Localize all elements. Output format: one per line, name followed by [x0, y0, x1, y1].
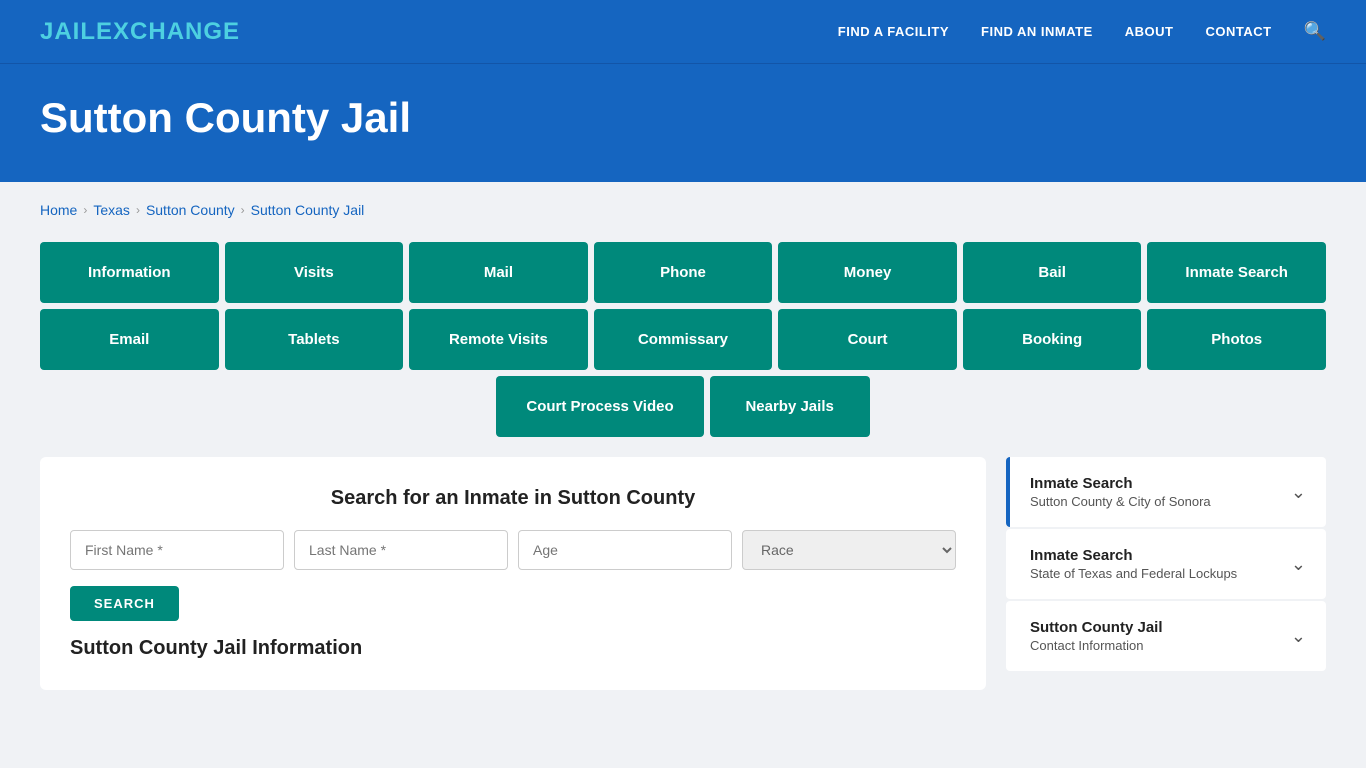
chevron-down-icon-2: ⌄ — [1291, 554, 1306, 575]
sidebar: Inmate Search Sutton County & City of So… — [1006, 457, 1326, 673]
main-nav: FIND A FACILITY FIND AN INMATE ABOUT CON… — [838, 21, 1326, 42]
content-area: Home › Texas › Sutton County › Sutton Co… — [0, 182, 1366, 710]
site-header: JAILEXCHANGE FIND A FACILITY FIND AN INM… — [0, 0, 1366, 64]
btn-phone[interactable]: Phone — [594, 242, 773, 303]
nav-grid-row2: Email Tablets Remote Visits Commissary C… — [40, 309, 1326, 370]
breadcrumb: Home › Texas › Sutton County › Sutton Co… — [40, 202, 1326, 218]
btn-court[interactable]: Court — [778, 309, 957, 370]
btn-bail[interactable]: Bail — [963, 242, 1142, 303]
breadcrumb-sep-2: › — [136, 203, 140, 217]
btn-inmate-search[interactable]: Inmate Search — [1147, 242, 1326, 303]
nav-find-inmate[interactable]: FIND AN INMATE — [981, 24, 1093, 39]
btn-nearby-jails[interactable]: Nearby Jails — [710, 376, 870, 437]
breadcrumb-sep-1: › — [83, 203, 87, 217]
sidebar-item-sutton-county[interactable]: Inmate Search Sutton County & City of So… — [1006, 457, 1326, 527]
btn-visits[interactable]: Visits — [225, 242, 404, 303]
btn-court-process-video[interactable]: Court Process Video — [496, 376, 703, 437]
race-select[interactable]: Race White Black Hispanic Asian Other — [742, 530, 956, 570]
sidebar-card-text-3: Sutton County Jail Contact Information — [1030, 619, 1163, 653]
sidebar-card-title-2: Inmate Search — [1030, 547, 1237, 564]
btn-remote-visits[interactable]: Remote Visits — [409, 309, 588, 370]
nav-about[interactable]: ABOUT — [1125, 24, 1174, 39]
breadcrumb-jail[interactable]: Sutton County Jail — [251, 202, 365, 218]
breadcrumb-texas[interactable]: Texas — [93, 202, 130, 218]
btn-commissary[interactable]: Commissary — [594, 309, 773, 370]
sidebar-item-contact-info[interactable]: Sutton County Jail Contact Information ⌄ — [1006, 601, 1326, 671]
sidebar-card-title-3: Sutton County Jail — [1030, 619, 1163, 636]
search-title: Search for an Inmate in Sutton County — [70, 487, 956, 510]
info-section-title: Sutton County Jail Information — [70, 637, 956, 660]
sidebar-item-state-texas[interactable]: Inmate Search State of Texas and Federal… — [1006, 529, 1326, 599]
sidebar-card-text-2: Inmate Search State of Texas and Federal… — [1030, 547, 1237, 581]
btn-money[interactable]: Money — [778, 242, 957, 303]
first-name-input[interactable] — [70, 530, 284, 570]
main-layout: Search for an Inmate in Sutton County Ra… — [40, 457, 1326, 690]
chevron-down-icon-1: ⌄ — [1291, 482, 1306, 503]
inmate-search-section: Search for an Inmate in Sutton County Ra… — [40, 457, 986, 690]
btn-booking[interactable]: Booking — [963, 309, 1142, 370]
nav-contact[interactable]: CONTACT — [1205, 24, 1271, 39]
sidebar-card-subtitle-1: Sutton County & City of Sonora — [1030, 494, 1211, 509]
btn-information[interactable]: Information — [40, 242, 219, 303]
last-name-input[interactable] — [294, 530, 508, 570]
btn-mail[interactable]: Mail — [409, 242, 588, 303]
btn-email[interactable]: Email — [40, 309, 219, 370]
nav-grid-row3: Court Process Video Nearby Jails — [40, 376, 1326, 437]
nav-find-facility[interactable]: FIND A FACILITY — [838, 24, 949, 39]
age-input[interactable] — [518, 530, 732, 570]
page-title: Sutton County Jail — [40, 94, 1326, 142]
breadcrumb-sutton-county[interactable]: Sutton County — [146, 202, 235, 218]
nav-grid-row1: Information Visits Mail Phone Money Bail… — [40, 242, 1326, 303]
bottom-section: Sutton County Jail Information — [70, 637, 956, 660]
sidebar-card-text-1: Inmate Search Sutton County & City of So… — [1030, 475, 1211, 509]
search-icon[interactable]: 🔍 — [1304, 21, 1326, 42]
btn-tablets[interactable]: Tablets — [225, 309, 404, 370]
search-button[interactable]: SEARCH — [70, 586, 179, 621]
sidebar-card-title-1: Inmate Search — [1030, 475, 1211, 492]
sidebar-card-subtitle-2: State of Texas and Federal Lockups — [1030, 566, 1237, 581]
chevron-down-icon-3: ⌄ — [1291, 626, 1306, 647]
logo-jail: JAIL — [40, 18, 96, 45]
breadcrumb-sep-3: › — [241, 203, 245, 217]
logo-exchange: EXCHANGE — [96, 18, 240, 45]
sidebar-card-subtitle-3: Contact Information — [1030, 638, 1163, 653]
hero-section: Sutton County Jail — [0, 64, 1366, 182]
btn-photos[interactable]: Photos — [1147, 309, 1326, 370]
search-form: Race White Black Hispanic Asian Other — [70, 530, 956, 570]
breadcrumb-home[interactable]: Home — [40, 202, 77, 218]
site-logo[interactable]: JAILEXCHANGE — [40, 18, 240, 46]
